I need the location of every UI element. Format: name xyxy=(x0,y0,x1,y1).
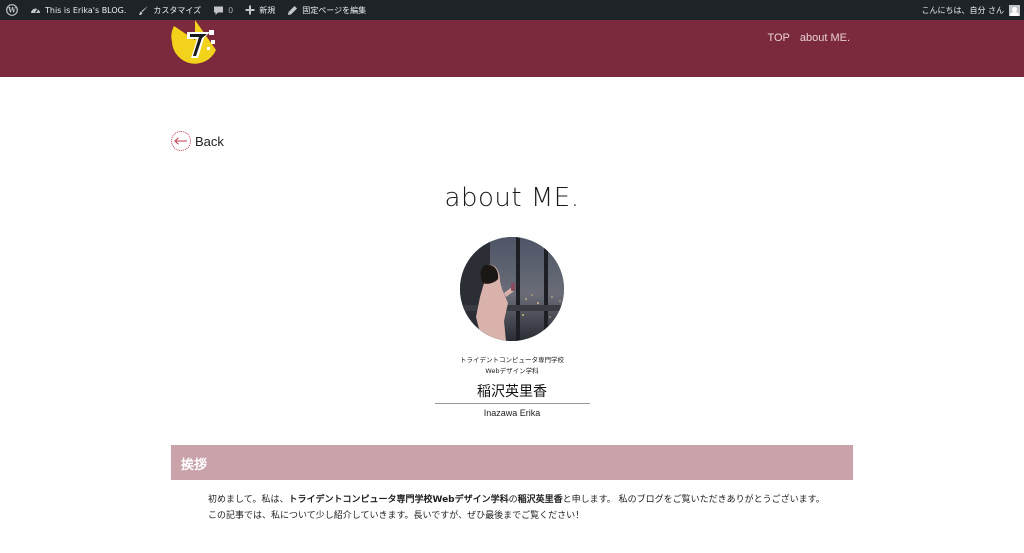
nav-about[interactable]: about ME. xyxy=(800,32,850,44)
admin-customize[interactable]: カスタマイズ xyxy=(132,0,207,20)
brush-icon xyxy=(139,5,149,15)
intro-paragraph-2: この記事では、私について少し紹介していきます。長いですが、ぜひ最後までご覧くださ… xyxy=(208,511,585,521)
profile-photo xyxy=(460,237,564,341)
admin-new[interactable]: 新規 xyxy=(239,0,281,20)
section-heading-bar: 挨拶 xyxy=(171,445,853,480)
pencil-icon xyxy=(288,5,298,15)
wordpress-logo-icon[interactable]: W xyxy=(0,0,24,20)
profile-affiliation: トライデントコンピュータ専門学校 Webデザイン学科 xyxy=(0,355,1024,377)
page-title: about ME. xyxy=(444,183,580,213)
profile-school: トライデントコンピュータ専門学校 xyxy=(460,356,564,364)
profile-name-en: Inazawa Erika xyxy=(483,408,541,418)
back-arrow-icon xyxy=(171,131,191,151)
name-divider xyxy=(435,403,590,404)
admin-greeting: こんにちは、自分 さん xyxy=(921,5,1004,15)
main-nav: TOP about ME. xyxy=(767,32,850,44)
svg-text:W: W xyxy=(7,6,16,15)
comment-icon xyxy=(214,6,224,15)
admin-account[interactable]: こんにちは、自分 さん xyxy=(921,0,1020,20)
admin-comments[interactable]: 0 xyxy=(207,0,239,20)
dashboard-icon xyxy=(31,8,40,13)
admin-edit-page-label: 固定ページを編集 xyxy=(302,5,367,15)
wp-admin-bar: W This is Erika's BLOG. カスタマイズ 0 新規 固定ペー… xyxy=(0,0,1024,20)
profile-department: Webデザイン学科 xyxy=(485,367,539,375)
back-link[interactable]: Back xyxy=(171,131,224,151)
user-avatar-icon xyxy=(1009,4,1020,16)
site-logo[interactable] xyxy=(170,20,220,64)
profile-name-jp: 稲沢英里香 xyxy=(477,384,547,400)
admin-edit-page[interactable]: 固定ページを編集 xyxy=(281,0,372,20)
plus-icon xyxy=(245,5,255,15)
admin-site-name-label: This is Erika's BLOG. xyxy=(45,5,127,15)
admin-new-label: 新規 xyxy=(259,5,276,15)
admin-customize-label: カスタマイズ xyxy=(153,5,202,15)
intro-paragraph-1: 初めまして。私は、トライデントコンピュータ専門学校Webデザイン学科の稲沢英里香… xyxy=(208,495,825,505)
site-header: TOP about ME. xyxy=(0,20,1024,77)
nav-top[interactable]: TOP xyxy=(767,32,789,44)
admin-site-name[interactable]: This is Erika's BLOG. xyxy=(24,0,132,20)
comment-count: 0 xyxy=(228,5,234,15)
section-heading: 挨拶 xyxy=(181,458,208,473)
back-label: Back xyxy=(195,133,224,149)
intro-text: 初めまして。私は、トライデントコンピュータ専門学校Webデザイン学科の稲沢英里香… xyxy=(199,492,834,524)
